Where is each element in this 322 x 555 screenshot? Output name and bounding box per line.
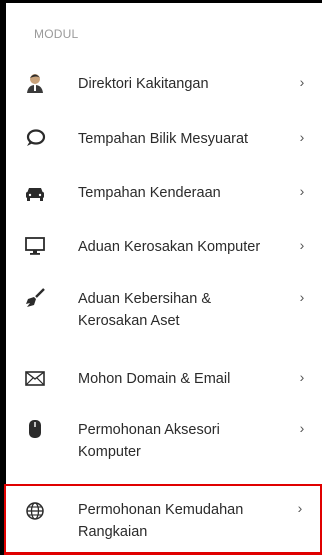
- globe-icon: [22, 498, 48, 524]
- menu-item-label: Permohonan Aksesori Komputer: [78, 422, 220, 460]
- menu-item-tempahan-bilik-mesyuarat[interactable]: Tempahan Bilik Mesyuarat ›: [6, 123, 322, 155]
- chevron-right-icon: ›: [299, 129, 305, 145]
- chevron-right-icon: ›: [299, 369, 305, 385]
- car-icon: [22, 180, 48, 206]
- desktop-icon: [22, 233, 48, 259]
- chevron-right-icon: ›: [299, 237, 305, 253]
- envelope-icon: [22, 365, 48, 391]
- menu-item-label: Tempahan Bilik Mesyuarat: [78, 131, 249, 147]
- menu-item-mohon-domain-email[interactable]: Mohon Domain & Email ›: [6, 363, 322, 395]
- broom-icon: [22, 285, 48, 311]
- mouse-icon: [22, 416, 48, 442]
- menu-item-direktori-kakitangan[interactable]: Direktori Kakitangan ›: [6, 68, 322, 100]
- menu-item-label: Aduan Kebersihan & Kerosakan Aset: [78, 291, 212, 329]
- person-icon: [22, 70, 48, 96]
- section-label: MODUL: [34, 27, 79, 41]
- chevron-right-icon: ›: [299, 289, 305, 305]
- menu-item-permohonan-kemudahan-rangkaian[interactable]: Permohonan Kemudahan Rangkaian ›: [4, 484, 322, 555]
- menu-item-permohonan-aksesori[interactable]: Permohonan Aksesori Komputer ›: [6, 416, 322, 466]
- menu-item-tempahan-kenderaan[interactable]: Tempahan Kenderaan ›: [6, 177, 322, 209]
- menu-item-label: Aduan Kerosakan Komputer: [78, 239, 261, 255]
- menu-item-aduan-kerosakan-komputer[interactable]: Aduan Kerosakan Komputer ›: [6, 231, 322, 263]
- menu-item-label: Tempahan Kenderaan: [78, 185, 221, 201]
- chevron-right-icon: ›: [299, 74, 305, 90]
- menu-item-aduan-kebersihan[interactable]: Aduan Kebersihan & Kerosakan Aset ›: [6, 285, 322, 335]
- menu-item-label: Direktori Kakitangan: [78, 76, 209, 92]
- menu-item-label: Mohon Domain & Email: [78, 371, 231, 387]
- chevron-right-icon: ›: [297, 500, 303, 516]
- speech-bubble-icon: [22, 125, 48, 151]
- chevron-right-icon: ›: [299, 420, 305, 436]
- chevron-right-icon: ›: [299, 183, 305, 199]
- menu-item-label: Permohonan Kemudahan Rangkaian: [78, 502, 244, 540]
